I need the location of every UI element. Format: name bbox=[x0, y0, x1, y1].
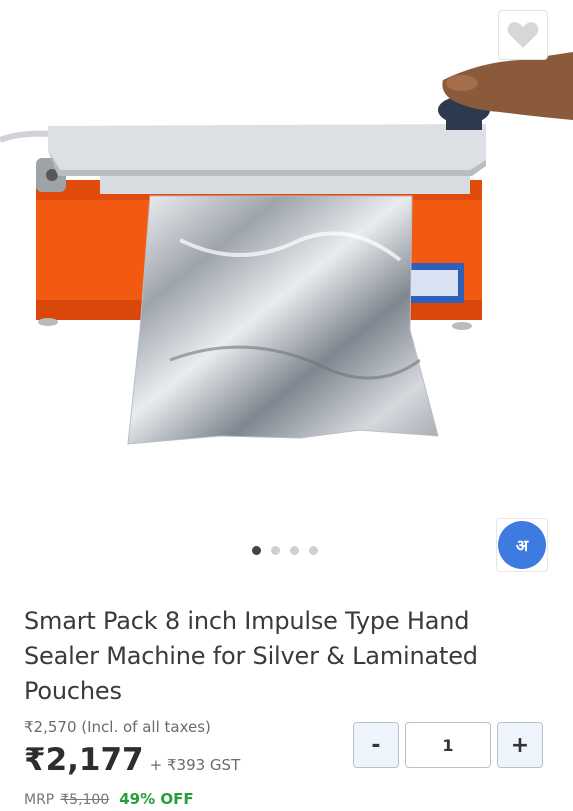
language-button[interactable]: अ bbox=[496, 518, 548, 572]
mrp-value: ₹5,100 bbox=[60, 792, 110, 808]
carousel-indicators bbox=[252, 546, 318, 555]
carousel-dot[interactable] bbox=[252, 546, 261, 555]
increase-quantity-button[interactable]: + bbox=[497, 722, 543, 768]
inclusive-price: ₹2,570 (Incl. of all taxes) bbox=[24, 718, 211, 736]
gst-amount: + ₹393 GST bbox=[149, 756, 241, 774]
wishlist-button[interactable] bbox=[498, 10, 548, 60]
language-icon: अ bbox=[498, 521, 546, 569]
selling-price: ₹2,177 bbox=[24, 742, 144, 778]
mrp-label: MRP bbox=[24, 792, 55, 808]
discount-badge: 49% OFF bbox=[119, 790, 194, 808]
hand-sealer-illustration bbox=[0, 52, 573, 445]
heart-icon bbox=[507, 22, 539, 48]
carousel-dot[interactable] bbox=[309, 546, 318, 555]
product-title: Smart Pack 8 inch Impulse Type Hand Seal… bbox=[24, 607, 478, 705]
quantity-field[interactable]: 1 bbox=[405, 722, 491, 768]
quantity-stepper: - 1 + bbox=[353, 722, 543, 768]
price-row: ₹2,177 + ₹393 GST bbox=[24, 742, 240, 778]
carousel-dot[interactable] bbox=[290, 546, 299, 555]
mrp-row: MRP ₹5,100 49% OFF bbox=[24, 790, 194, 808]
decrease-quantity-button[interactable]: - bbox=[353, 722, 399, 768]
product-image[interactable]: अ bbox=[0, 0, 573, 580]
carousel-dot[interactable] bbox=[271, 546, 280, 555]
